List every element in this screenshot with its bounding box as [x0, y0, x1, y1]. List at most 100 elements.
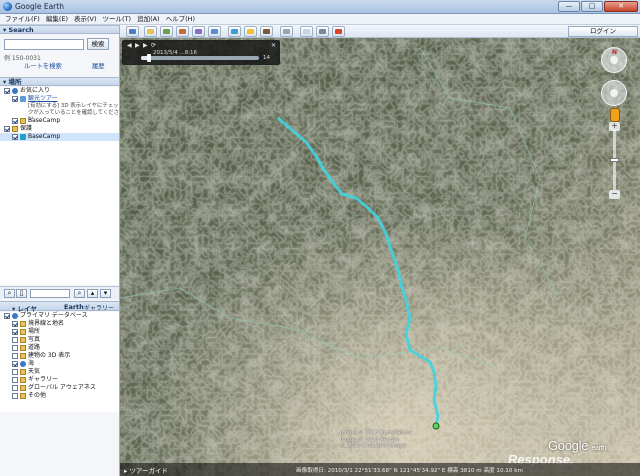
layer-item-global-awareness[interactable]: グローバル アウェアネス	[0, 384, 119, 392]
sidebar-toggle-icon[interactable]	[126, 26, 139, 37]
search-icon[interactable]: ⌕	[74, 289, 85, 298]
checkbox-icon[interactable]	[12, 329, 18, 335]
earth-label: Earth	[64, 303, 84, 311]
places-item-saved[interactable]: 保護	[0, 125, 119, 133]
layer-item-photos[interactable]: 写真	[0, 336, 119, 344]
search-panel-header[interactable]: ▾ Search	[0, 25, 119, 34]
checkbox-icon[interactable]	[12, 337, 18, 343]
zoom-out-button[interactable]: −	[609, 190, 620, 199]
checkbox-icon[interactable]	[12, 393, 18, 399]
search-input[interactable]	[4, 39, 84, 50]
historical-imagery-icon[interactable]	[228, 26, 241, 37]
ruler-icon[interactable]	[280, 26, 293, 37]
play-icon[interactable]: ▶	[135, 43, 141, 49]
map-view[interactable]	[120, 38, 640, 476]
checkbox-icon[interactable]	[12, 377, 18, 383]
layer-item-borders[interactable]: 境界線と地名	[0, 320, 119, 328]
google-earth-logo: Google earth	[548, 438, 606, 453]
checkbox-icon[interactable]	[4, 313, 10, 319]
print-icon[interactable]	[316, 26, 329, 37]
checkbox-icon[interactable]	[12, 321, 18, 327]
tour-icon	[20, 96, 26, 102]
globe-icon	[12, 313, 18, 319]
tour-guide-button[interactable]: ▸ ツアーガイド	[124, 465, 168, 475]
menu-tools[interactable]: ツール(T)	[101, 14, 134, 24]
title-bar: Google Earth — □ ✕	[0, 0, 640, 14]
folder-icon	[20, 353, 26, 359]
checkbox-icon[interactable]	[12, 96, 18, 102]
zoom-slider-handle[interactable]	[610, 158, 619, 162]
layer-item-3d-buildings[interactable]: 建物の 3D 表示	[0, 352, 119, 360]
minimize-button[interactable]: —	[558, 1, 580, 12]
search-button[interactable]: 検索	[87, 38, 109, 50]
login-button[interactable]: ログイン	[568, 26, 638, 37]
up-arrow-icon[interactable]: ▴	[87, 289, 98, 298]
record-tour-icon[interactable]	[208, 26, 221, 37]
repeat-icon[interactable]: ⟳	[151, 43, 157, 49]
globe-icon	[12, 88, 18, 94]
menu-help[interactable]: ヘルプ(H)	[164, 14, 197, 24]
menu-edit[interactable]: 編集(E)	[44, 14, 70, 24]
panel-toggle-icon[interactable]: ▯	[16, 289, 27, 298]
google-maps-icon[interactable]	[332, 26, 345, 37]
image-overlay-icon[interactable]	[192, 26, 205, 37]
compass-look-control[interactable]: N	[601, 47, 627, 73]
satellite-terrain	[120, 38, 640, 476]
places-item-favorites[interactable]: お気に入り	[0, 87, 119, 95]
menu-view[interactable]: 表示(V)	[72, 14, 99, 24]
places-panel-header[interactable]: ▾ 場所	[0, 77, 119, 86]
close-button[interactable]: ✕	[604, 1, 638, 12]
history-link[interactable]: 履歴	[92, 61, 105, 70]
email-icon[interactable]	[300, 26, 313, 37]
polygon-icon[interactable]	[160, 26, 173, 37]
menu-add[interactable]: 追加(A)	[135, 14, 162, 24]
north-indicator-icon: N	[612, 49, 618, 56]
status-coordinates: 画像取得日: 2010/3/1 22°51'33.68" N 121°45'34…	[296, 468, 523, 474]
tour-timeline-handle[interactable]	[147, 54, 152, 62]
down-arrow-icon[interactable]: ▾	[100, 289, 111, 298]
tour-player: ◀ ▶ ▶ ⟳ 2013/5/4 ...8:16 14 ✕	[122, 40, 280, 65]
places-item-basecamp-selected[interactable]: BaseCamp	[0, 133, 119, 141]
sun-icon[interactable]	[244, 26, 257, 37]
checkbox-icon[interactable]	[12, 369, 18, 375]
street-view-pegman-icon[interactable]	[610, 108, 620, 122]
layer-item-gallery[interactable]: ギャラリー	[0, 376, 119, 384]
folder-icon	[20, 345, 26, 351]
layers-panel-header[interactable]: ▾ レイヤ Earth ギャラリー »	[0, 301, 119, 319]
path-tool-icon[interactable]	[176, 26, 189, 37]
layer-item-roads[interactable]: 道路	[0, 344, 119, 352]
tour-timeline-slider[interactable]	[141, 54, 259, 62]
places-item-basecamp[interactable]: BaseCamp	[0, 117, 119, 125]
search-places-icon[interactable]: ⌕	[4, 289, 15, 298]
checkbox-icon[interactable]	[4, 126, 10, 132]
rewind-icon[interactable]: ◀	[127, 43, 133, 49]
folder-icon	[20, 377, 26, 383]
places-item-tour[interactable]: 観光ツアー	[0, 95, 119, 103]
checkbox-icon[interactable]	[12, 345, 18, 351]
status-bar: ▸ ツアーガイド 画像取得日: 2010/3/1 22°51'33.68" N …	[120, 463, 640, 476]
placemark-icon[interactable]	[144, 26, 157, 37]
folder-icon	[20, 321, 26, 327]
checkbox-icon[interactable]	[12, 118, 18, 124]
forward-icon[interactable]: ▶	[143, 43, 149, 49]
checkbox-icon[interactable]	[12, 353, 18, 359]
planets-icon[interactable]	[260, 26, 273, 37]
checkbox-icon[interactable]	[12, 361, 18, 367]
layer-item-places[interactable]: 場所	[0, 328, 119, 336]
move-control[interactable]	[601, 80, 627, 106]
menu-file[interactable]: ファイル(F)	[3, 14, 42, 24]
layer-item-more[interactable]: その他	[0, 392, 119, 400]
route-search-link[interactable]: ルートを検索	[24, 61, 62, 70]
ocean-icon	[20, 361, 26, 367]
checkbox-icon[interactable]	[12, 134, 18, 140]
checkbox-icon[interactable]	[4, 88, 10, 94]
layer-item-ocean[interactable]: 海	[0, 360, 119, 368]
layer-item-primary-database[interactable]: プライマリ データベース	[0, 312, 119, 320]
window-title: Google Earth	[15, 2, 64, 11]
tour-close-icon[interactable]: ✕	[271, 42, 276, 49]
layer-item-weather[interactable]: 天気	[0, 368, 119, 376]
checkbox-icon[interactable]	[12, 385, 18, 391]
main-toolbar: ログイン	[120, 25, 640, 38]
maximize-button[interactable]: □	[581, 1, 603, 12]
places-filter-input[interactable]	[30, 289, 70, 298]
